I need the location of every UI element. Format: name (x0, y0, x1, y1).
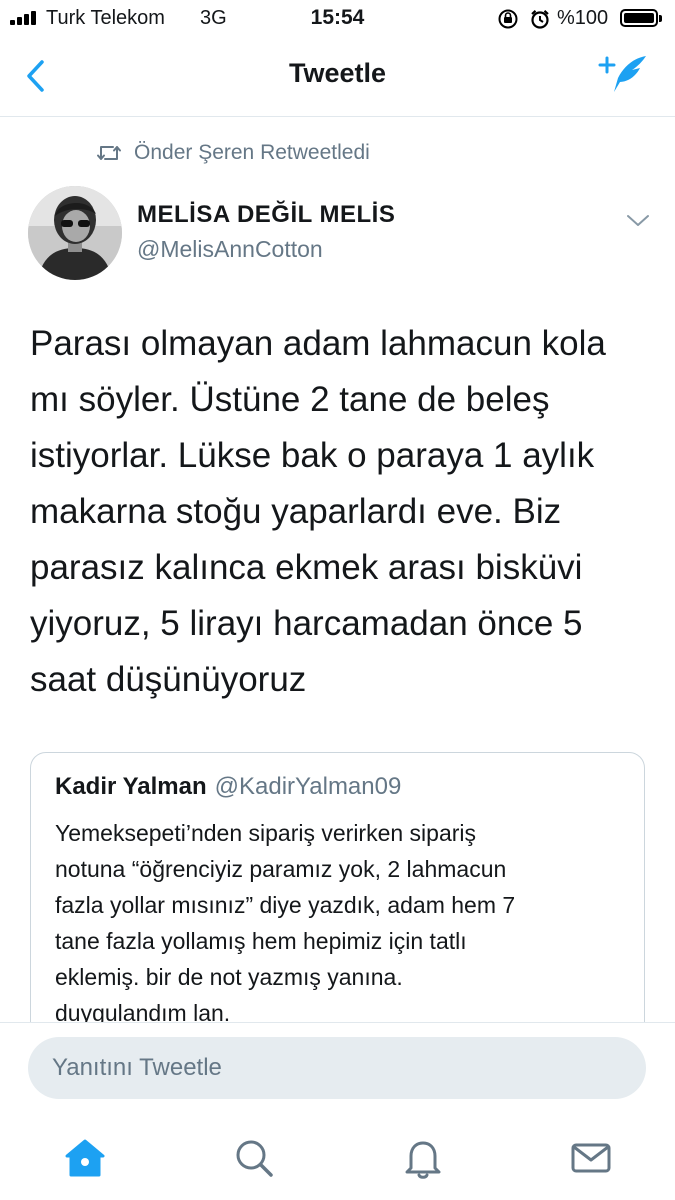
tweet-text: Parası olmayan adam lahmacun kola mı söy… (30, 324, 606, 699)
tab-home[interactable] (61, 1134, 109, 1182)
author-handle[interactable]: @MelisAnnCotton (137, 236, 323, 263)
reply-bar: Yanıtını Tweetle (0, 1022, 675, 1121)
alarm-icon (531, 9, 549, 29)
retweet-label: Önder Şeren Retweetledi (134, 141, 370, 164)
battery-icon (620, 9, 662, 27)
quoted-tweet[interactable]: Kadir Yalman @KadirYalman09 Yemeksepeti’n… (30, 752, 645, 1052)
tab-search[interactable] (230, 1134, 278, 1182)
retweet-icon (97, 146, 121, 160)
search-icon (236, 1140, 273, 1177)
compose-tweet-icon (598, 56, 646, 92)
home-icon (65, 1139, 105, 1177)
status-bar: Turk Telekom 3G 15:54 %100 (0, 0, 675, 40)
tab-bar (0, 1120, 675, 1200)
quoted-author-name: Kadir Yalman (55, 773, 207, 800)
tweet-options-button[interactable] (622, 206, 654, 234)
quoted-tweet-text: Yemeksepeti’nden sipariş verirken sipari… (55, 820, 516, 1026)
retweet-context[interactable]: Önder Şeren Retweetledi (96, 138, 370, 168)
navigation-bar: Tweetle (0, 40, 675, 117)
quoted-author-handle: @KadirYalman09 (214, 773, 402, 800)
author-name[interactable]: MELİSA DEĞİL MELİS (137, 201, 395, 229)
messages-icon (571, 1143, 611, 1173)
chevron-down-icon (627, 215, 649, 226)
page-title: Tweetle (288, 58, 387, 88)
tab-messages[interactable] (567, 1134, 615, 1182)
avatar[interactable] (28, 186, 122, 280)
reply-input[interactable]: Yanıtını Tweetle (28, 1037, 646, 1099)
orientation-lock-icon (498, 9, 518, 29)
notifications-icon (405, 1141, 441, 1179)
tab-notifications[interactable] (399, 1134, 447, 1182)
avatar-photo (28, 186, 122, 280)
battery-percentage: %100 (557, 7, 609, 29)
compose-tweet-button[interactable] (598, 52, 654, 100)
